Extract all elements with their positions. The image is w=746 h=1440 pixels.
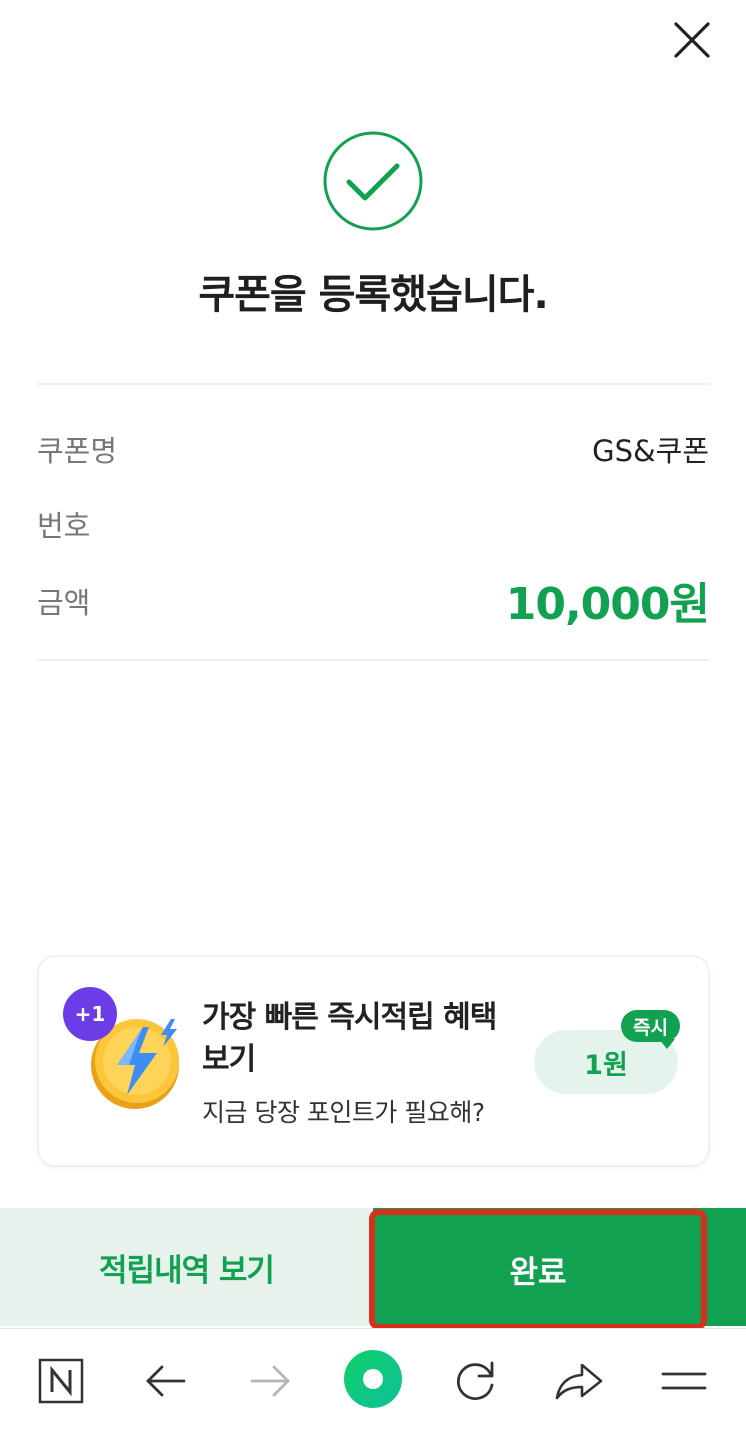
naver-home-button[interactable] (31, 1351, 91, 1411)
coupon-name-value: GS&쿠폰 (592, 434, 709, 468)
divider-bottom (37, 659, 710, 661)
divider-top (37, 383, 710, 385)
menu-icon (661, 1372, 707, 1390)
page-title: 쿠폰을 등록했습니다. (198, 272, 548, 318)
instant-badge: 즉시 (621, 1010, 680, 1042)
forward-button[interactable] (240, 1351, 300, 1411)
coupon-registered-page: 쿠폰을 등록했습니다. 쿠폰명 GS&쿠폰 번호 금액 10,000원 +1 가… (0, 0, 746, 1440)
view-history-button[interactable]: 적립내역 보기 (0, 1208, 373, 1326)
menu-button[interactable] (654, 1351, 714, 1411)
back-button[interactable] (136, 1351, 196, 1411)
back-arrow-icon (146, 1365, 186, 1397)
number-label: 번호 (37, 509, 91, 543)
instant-badge-tail (659, 1039, 675, 1049)
amount-label: 금액 (37, 586, 91, 620)
promo-title: 가장 빠른 즉시적립 혜택 보기 (202, 1000, 497, 1077)
check-circle-icon (323, 131, 423, 231)
home-button[interactable] (343, 1349, 403, 1409)
refresh-icon (456, 1361, 494, 1401)
forward-arrow-icon (250, 1365, 290, 1397)
plus-one-badge: +1 (63, 987, 117, 1041)
coin-graphic: +1 (63, 987, 203, 1127)
share-icon (555, 1363, 603, 1400)
amount-value: 10,000원 (505, 579, 710, 630)
naver-n-icon (38, 1358, 84, 1404)
done-button[interactable]: 완료 (369, 1209, 707, 1330)
close-button[interactable] (670, 18, 714, 62)
coupon-name-label: 쿠폰명 (37, 434, 118, 468)
home-dot-icon (344, 1350, 402, 1408)
promo-subtitle: 지금 당장 포인트가 필요해? (202, 1098, 485, 1127)
browser-bottom-bar (0, 1328, 746, 1440)
refresh-button[interactable] (446, 1351, 506, 1411)
share-button[interactable] (549, 1351, 609, 1411)
instant-reward-promo-card[interactable]: +1 가장 빠른 즉시적립 혜택 보기 지금 당장 포인트가 필요해? 1원 즉… (37, 955, 710, 1167)
close-icon (674, 22, 710, 58)
